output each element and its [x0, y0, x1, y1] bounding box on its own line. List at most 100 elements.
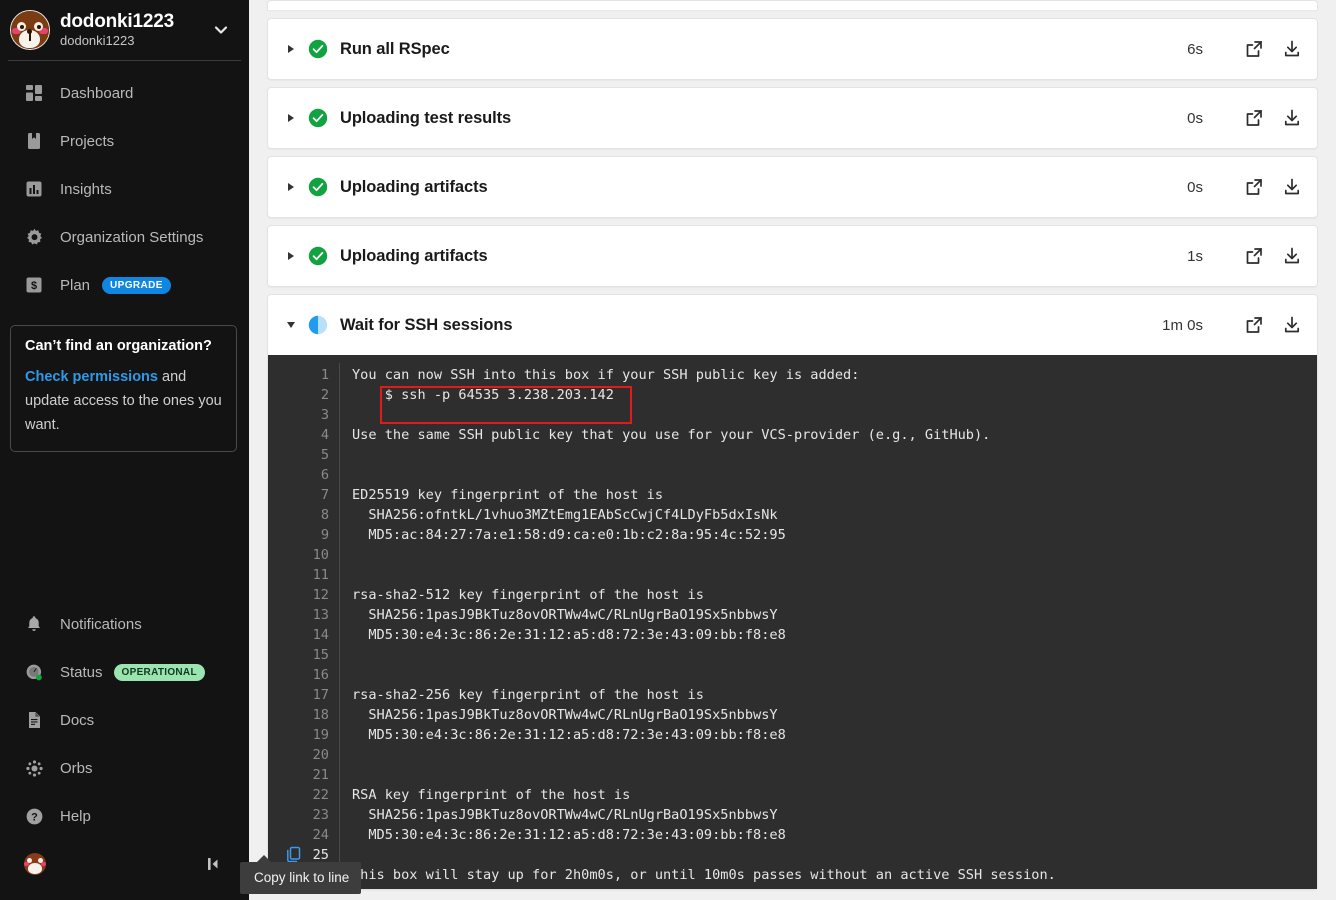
line-number[interactable]: 4: [268, 423, 340, 445]
terminal-line[interactable]: 1 You can now SSH into this box if your S…: [268, 363, 1317, 385]
terminal-line[interactable]: 14 MD5:30:e4:3c:86:2e:31:12:a5:d8:72:3e:…: [268, 623, 1317, 645]
line-number[interactable]: 24: [268, 823, 340, 845]
collapse-sidebar-icon[interactable]: [199, 850, 227, 878]
terminal-line[interactable]: 16: [268, 663, 1317, 685]
line-number[interactable]: 16: [268, 663, 340, 685]
step-header[interactable]: Uploading artifacts 1s: [268, 226, 1317, 286]
download-icon[interactable]: [1281, 176, 1303, 198]
upgrade-badge[interactable]: UPGRADE: [102, 276, 171, 294]
sidebar-item-label: Projects: [60, 132, 115, 150]
line-number[interactable]: 11: [268, 563, 340, 585]
terminal-line[interactable]: 19 MD5:30:e4:3c:86:2e:31:12:a5:d8:72:3e:…: [268, 723, 1317, 745]
terminal-line[interactable]: 4 Use the same SSH public key that you us…: [268, 423, 1317, 445]
org-switcher[interactable]: dodonki1223 dodonki1223: [0, 0, 249, 60]
sidebar-item-insights[interactable]: Insights: [0, 171, 249, 207]
line-number[interactable]: 12: [268, 583, 340, 605]
sidebar-item-orbs[interactable]: Orbs: [0, 750, 249, 786]
expand-triangle-icon[interactable]: [286, 45, 296, 53]
terminal-line[interactable]: 13 SHA256:1pasJ9BkTuz8ovORTWw4wC/RLnUgrB…: [268, 603, 1317, 625]
line-number[interactable]: 10: [268, 543, 340, 565]
question-circle-icon: ?: [24, 806, 44, 826]
line-text: MD5:30:e4:3c:86:2e:31:12:a5:d8:72:3e:43:…: [352, 827, 786, 843]
terminal-line[interactable]: 24 MD5:30:e4:3c:86:2e:31:12:a5:d8:72:3e:…: [268, 823, 1317, 845]
step-header[interactable]: Run all RSpec 6s: [268, 19, 1317, 79]
status-badge: OPERATIONAL: [113, 663, 205, 681]
line-number[interactable]: 18: [268, 703, 340, 725]
download-icon[interactable]: [1281, 245, 1303, 267]
chevron-down-icon[interactable]: [211, 20, 231, 40]
line-number[interactable]: 9: [268, 523, 340, 545]
line-number[interactable]: 3: [268, 403, 340, 425]
download-icon[interactable]: [1281, 107, 1303, 129]
sidebar-item-docs[interactable]: Docs: [0, 702, 249, 738]
terminal-line[interactable]: 9 MD5:ac:84:27:7a:e1:58:d9:ca:e0:1b:c2:8…: [268, 523, 1317, 545]
terminal-line[interactable]: 21: [268, 763, 1317, 785]
line-number[interactable]: 1: [268, 363, 340, 385]
svg-text:?: ?: [31, 811, 38, 823]
terminal-line[interactable]: 6: [268, 463, 1317, 485]
step-duration: 1s: [1187, 247, 1203, 265]
external-link-icon[interactable]: [1243, 245, 1265, 267]
sidebar-item-dashboard[interactable]: Dashboard: [0, 75, 249, 111]
line-number[interactable]: 15: [268, 643, 340, 665]
find-organization-body: Check permissions and update access to t…: [25, 365, 222, 437]
terminal-line[interactable]: 12 rsa-sha2-512 key fingerprint of the ho…: [268, 583, 1317, 605]
terminal-line[interactable]: 20: [268, 743, 1317, 765]
terminal-line[interactable]: 11: [268, 563, 1317, 585]
external-link-icon[interactable]: [1243, 314, 1265, 336]
step-output-terminal[interactable]: 1 You can now SSH into this box if your S…: [268, 355, 1317, 889]
terminal-line[interactable]: 5: [268, 443, 1317, 465]
terminal-line[interactable]: 7 ED25519 key fingerprint of the host is: [268, 483, 1317, 505]
line-number[interactable]: 13: [268, 603, 340, 625]
external-link-icon[interactable]: [1243, 176, 1265, 198]
terminal-line-hovered[interactable]: 25: [268, 843, 1317, 865]
line-number[interactable]: 23: [268, 803, 340, 825]
terminal-line[interactable]: 23 SHA256:1pasJ9BkTuz8ovORTWw4wC/RLnUgrB…: [268, 803, 1317, 825]
terminal-line[interactable]: 18 SHA256:1pasJ9BkTuz8ovORTWw4wC/RLnUgrB…: [268, 703, 1317, 725]
line-number[interactable]: 7: [268, 483, 340, 505]
sidebar-item-help[interactable]: ? Help: [0, 798, 249, 834]
line-number[interactable]: 14: [268, 623, 340, 645]
line-text: RSA key fingerprint of the host is: [352, 787, 631, 803]
line-number[interactable]: 21: [268, 763, 340, 785]
line-number[interactable]: 20: [268, 743, 340, 765]
step-header[interactable]: Uploading test results 0s: [268, 88, 1317, 148]
terminal-line[interactable]: 15: [268, 643, 1317, 665]
expand-triangle-icon[interactable]: [286, 114, 296, 122]
terminal-line[interactable]: 17 rsa-sha2-256 key fingerprint of the ho…: [268, 683, 1317, 705]
line-number[interactable]: 22: [268, 783, 340, 805]
line-number[interactable]: 17: [268, 683, 340, 705]
expand-triangle-icon[interactable]: [286, 183, 296, 191]
sidebar-item-organization-settings[interactable]: Organization Settings: [0, 219, 249, 255]
sidebar-item-plan[interactable]: $ Plan UPGRADE: [0, 267, 249, 303]
expand-triangle-icon[interactable]: [286, 252, 296, 260]
check-permissions-link[interactable]: Check permissions: [25, 369, 158, 385]
collapse-triangle-icon[interactable]: [286, 322, 296, 328]
line-number[interactable]: 5: [268, 443, 340, 465]
sidebar-item-notifications[interactable]: Notifications: [0, 606, 249, 642]
terminal-line[interactable]: 8 SHA256:ofntkL/1vhuo3MZtEmg1EAbScCwjCf4…: [268, 503, 1317, 525]
line-text: rsa-sha2-256 key fingerprint of the host…: [352, 687, 704, 703]
user-avatar-small[interactable]: [24, 853, 46, 875]
step-header[interactable]: Wait for SSH sessions 1m 0s: [268, 295, 1317, 355]
sidebar-item-projects[interactable]: Projects: [0, 123, 249, 159]
terminal-line[interactable]: 10: [268, 543, 1317, 565]
step-header[interactable]: Uploading artifacts 0s: [268, 157, 1317, 217]
success-check-icon: [308, 177, 328, 197]
line-number[interactable]: 6: [268, 463, 340, 485]
line-number[interactable]: 8: [268, 503, 340, 525]
orbs-icon: [24, 758, 44, 778]
terminal-line[interactable]: 2 $ ssh -p 64535 3.238.203.142: [268, 383, 1317, 405]
sidebar-item-label: Plan: [60, 276, 91, 294]
external-link-icon[interactable]: [1243, 107, 1265, 129]
external-link-icon[interactable]: [1243, 38, 1265, 60]
download-icon[interactable]: [1281, 314, 1303, 336]
sidebar-item-label: Help: [60, 807, 91, 825]
terminal-line[interactable]: 26This box will stay up for 2h0m0s, or u…: [268, 863, 1317, 885]
download-icon[interactable]: [1281, 38, 1303, 60]
terminal-line[interactable]: 22 RSA key fingerprint of the host is: [268, 783, 1317, 805]
line-number[interactable]: 2: [268, 383, 340, 405]
line-number[interactable]: 19: [268, 723, 340, 745]
sidebar-item-status[interactable]: Status OPERATIONAL: [0, 654, 249, 690]
terminal-line[interactable]: 3: [268, 403, 1317, 425]
